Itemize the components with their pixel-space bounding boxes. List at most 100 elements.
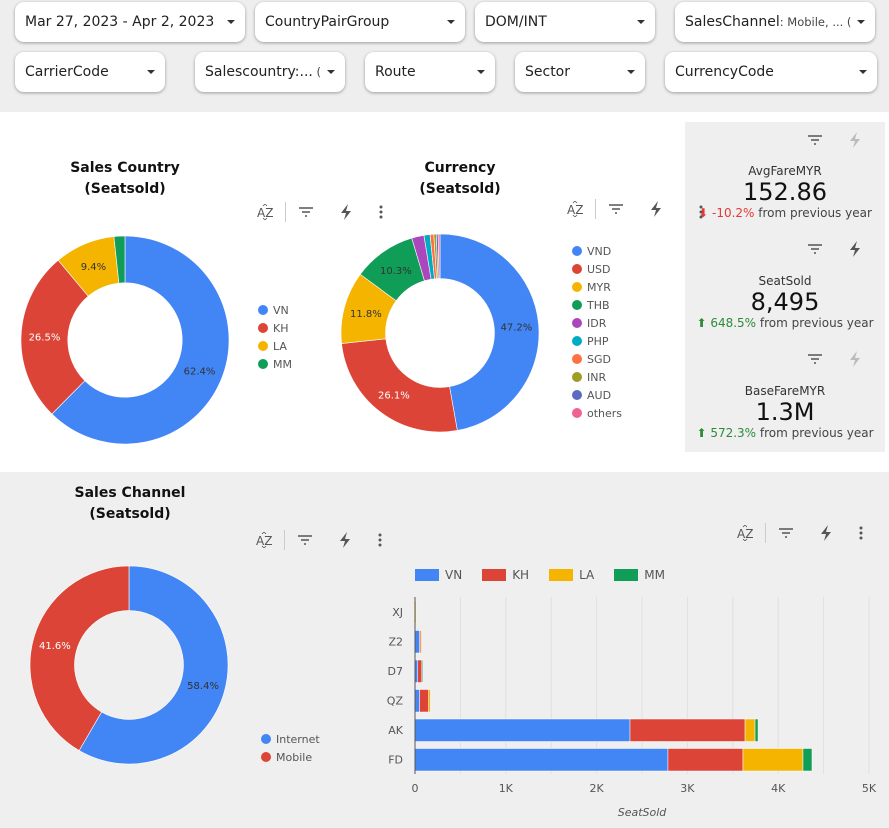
- country-pair-group-filter[interactable]: CountryPairGroup: [255, 2, 465, 42]
- legend-item-others[interactable]: others: [572, 404, 622, 422]
- legend-item-vnd[interactable]: VND: [572, 242, 622, 260]
- legend-label: others: [587, 406, 623, 420]
- kpi-name: AvgFareMYR: [748, 164, 822, 178]
- bar-z2-la[interactable]: [420, 630, 422, 654]
- filter-icon[interactable]: [596, 197, 636, 221]
- bar-d7-kh[interactable]: [417, 659, 423, 683]
- donut-data-label: 58.4%: [187, 681, 219, 692]
- legend-item-idr[interactable]: IDR: [572, 314, 622, 332]
- bar-xj-la[interactable]: [415, 600, 417, 624]
- legend-item-myr[interactable]: MYR: [572, 278, 622, 296]
- filter-label: CurrencyCode: [675, 64, 774, 80]
- kpi-change-value: 572.3%: [710, 426, 757, 440]
- bar-qz-la[interactable]: [428, 689, 431, 713]
- donut-slice-usd[interactable]: [341, 338, 458, 433]
- donut-data-label: 62.4%: [184, 367, 216, 378]
- filter-label: Sector: [525, 64, 571, 80]
- bolt-icon[interactable]: [325, 528, 365, 552]
- more-vert-icon[interactable]: [365, 528, 395, 552]
- filter-label: Salescountry:...: [205, 64, 313, 80]
- route-filter[interactable]: Route: [365, 52, 495, 92]
- bar-ak-mm[interactable]: [754, 718, 759, 742]
- bar-d7-mm[interactable]: [421, 659, 423, 683]
- sales-channel-donut[interactable]: 58.4% 41.6%: [29, 565, 229, 765]
- legend-item-kh[interactable]: KH: [258, 319, 292, 337]
- currency-code-filter[interactable]: CurrencyCode: [665, 52, 877, 92]
- bar-z2-vn[interactable]: [414, 630, 420, 654]
- legend-item-vn[interactable]: VN: [258, 301, 292, 319]
- legend-item-sgd[interactable]: SGD: [572, 350, 622, 368]
- sales-country-filter[interactable]: Salescountry:... (4): [195, 52, 345, 92]
- more-vert-icon[interactable]: [846, 521, 876, 545]
- bolt-icon[interactable]: [835, 128, 875, 152]
- currency-title: Currency (Seatsold): [380, 158, 540, 200]
- legend-item-vn[interactable]: VN: [415, 568, 462, 582]
- sales-country-toolbar: AZ: [245, 200, 396, 224]
- bar-ak-la[interactable]: [744, 718, 756, 742]
- legend-item-usd[interactable]: USD: [572, 260, 622, 278]
- legend-label: MYR: [587, 280, 611, 294]
- x-tick-label: 3K: [680, 782, 695, 795]
- legend-dot-icon: [572, 246, 582, 256]
- legend-item-mm[interactable]: MM: [614, 568, 665, 582]
- caret-down-icon: [859, 70, 867, 74]
- bar-ak-vn[interactable]: [414, 718, 631, 742]
- legend-item-php[interactable]: PHP: [572, 332, 622, 350]
- legend-item-mobile[interactable]: Mobile: [261, 748, 320, 766]
- filter-icon[interactable]: [766, 521, 806, 545]
- bolt-icon[interactable]: [326, 200, 366, 224]
- filter-icon[interactable]: [795, 128, 835, 152]
- more-vert-icon[interactable]: [366, 200, 396, 224]
- kpi-change: ⬇ -10.2% from previous year: [685, 206, 885, 220]
- more-vert-icon[interactable]: [699, 204, 703, 223]
- donut-data-label: 10.3%: [380, 266, 412, 277]
- donut-data-label: 26.1%: [378, 390, 410, 401]
- bar-qz-vn[interactable]: [414, 689, 420, 713]
- chart-subtitle: (Seatsold): [84, 181, 166, 197]
- bar-fd-la[interactable]: [742, 748, 804, 772]
- filter-icon[interactable]: [795, 347, 835, 371]
- filter-icon[interactable]: [286, 200, 326, 224]
- bar-fd-vn[interactable]: [414, 748, 669, 772]
- bar-ak-kh[interactable]: [629, 718, 746, 742]
- legend-item-aud[interactable]: AUD: [572, 386, 622, 404]
- bolt-icon[interactable]: [636, 197, 676, 221]
- bar-fd-mm[interactable]: [802, 748, 813, 772]
- filter-icon[interactable]: [285, 528, 325, 552]
- legend-label: MM: [644, 568, 665, 582]
- x-tick-label: 5K: [862, 782, 877, 795]
- sector-filter[interactable]: Sector: [515, 52, 645, 92]
- carrier-code-filter[interactable]: CarrierCode: [15, 52, 165, 92]
- legend-item-mm[interactable]: MM: [258, 355, 292, 373]
- legend-item-thb[interactable]: THB: [572, 296, 622, 314]
- sort-icon[interactable]: AZ: [725, 521, 765, 545]
- currency-legend: VND USD MYR THB IDR PHP SGD INR AUD others: [572, 242, 622, 422]
- bar-qz-kh[interactable]: [419, 689, 429, 713]
- date-range-filter[interactable]: Mar 27, 2023 - Apr 2, 2023: [15, 2, 245, 42]
- sales-channel-filter[interactable]: SalesChannel: Mobile, ... (2): [675, 2, 875, 42]
- legend-item-la[interactable]: LA: [258, 337, 292, 355]
- filter-label: DOM/INT: [485, 14, 547, 30]
- legend-dot-icon: [572, 354, 582, 364]
- kpi-name: BaseFareMYR: [744, 384, 826, 398]
- legend-item-inr[interactable]: INR: [572, 368, 622, 386]
- sort-icon[interactable]: AZ: [244, 528, 284, 552]
- sort-icon[interactable]: AZ: [555, 197, 595, 221]
- sort-icon[interactable]: AZ: [245, 200, 285, 224]
- bolt-icon[interactable]: [835, 347, 875, 371]
- filter-icon[interactable]: [795, 237, 835, 261]
- legend-item-kh[interactable]: KH: [482, 568, 529, 582]
- dom-int-filter[interactable]: DOM/INT: [475, 2, 655, 42]
- sales-country-donut[interactable]: 62.4% 26.5% 9.4%: [20, 235, 230, 445]
- currency-donut[interactable]: 47.2% 26.1% 11.8% 10.3%: [340, 233, 540, 433]
- chart-subtitle: (Seatsold): [419, 181, 501, 197]
- bolt-icon[interactable]: [835, 237, 875, 261]
- legend-label: SGD: [587, 352, 611, 366]
- legend-item-la[interactable]: LA: [549, 568, 594, 582]
- bolt-icon[interactable]: [806, 521, 846, 545]
- legend-item-internet[interactable]: Internet: [261, 730, 320, 748]
- legend-label: MM: [273, 357, 292, 371]
- bar-fd-kh[interactable]: [667, 748, 744, 772]
- kpi-change-suffix: from previous year: [756, 316, 874, 330]
- caret-down-icon: [327, 70, 335, 74]
